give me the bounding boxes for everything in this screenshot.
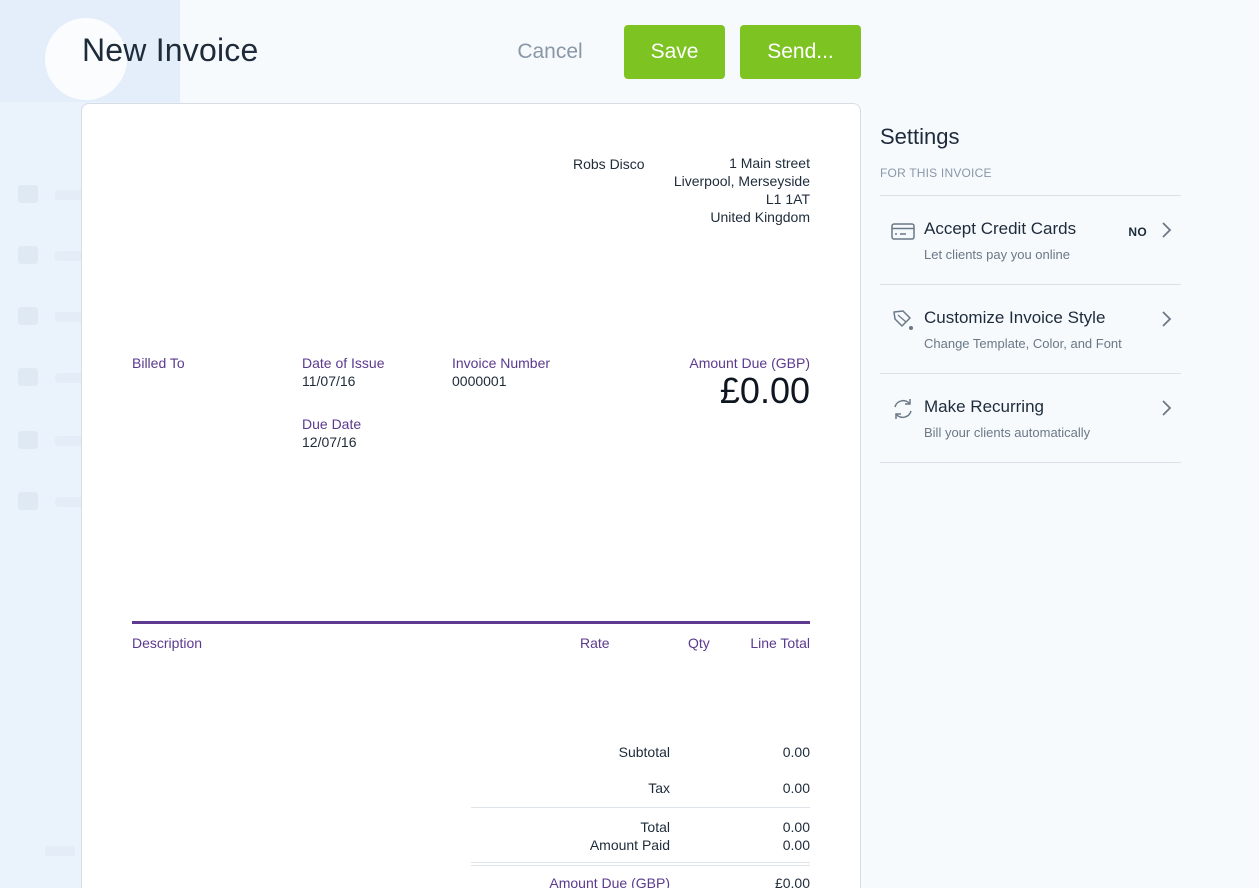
background-nav-icon — [18, 185, 38, 203]
setting-description: Let clients pay you online — [924, 247, 1070, 262]
background-nav-icon — [18, 368, 38, 386]
column-header-line-total: Line Total — [750, 635, 810, 651]
summary-divider — [471, 865, 810, 866]
setting-description: Change Template, Color, and Font — [924, 336, 1122, 351]
setting-make-recurring[interactable]: Make Recurring Bill your clients automat… — [880, 374, 1181, 462]
cancel-button[interactable]: Cancel — [500, 26, 600, 78]
column-header-qty: Qty — [688, 635, 710, 651]
setting-title: Make Recurring — [924, 397, 1044, 416]
company-name[interactable]: Robs Disco — [573, 156, 645, 172]
setting-customize-invoice-style[interactable]: Customize Invoice Style Change Template,… — [880, 285, 1181, 373]
page-title: New Invoice — [82, 32, 259, 68]
address-line: 1 Main street — [729, 155, 810, 171]
send-button[interactable]: Send... — [740, 25, 861, 79]
summary-divider — [471, 862, 810, 863]
date-of-issue-value[interactable]: 11/07/16 — [302, 373, 355, 389]
background-nav-icon — [18, 431, 38, 449]
due-date-value[interactable]: 12/07/16 — [302, 434, 357, 450]
amount-paid-value: 0.00 — [782, 837, 810, 853]
save-button[interactable]: Save — [624, 25, 725, 79]
setting-description: Bill your clients automatically — [924, 425, 1091, 440]
total-label: Total — [640, 819, 670, 835]
due-date-label: Due Date — [302, 416, 362, 432]
invoice-number-value[interactable]: 0000001 — [452, 373, 507, 389]
settings-title: Settings — [880, 124, 960, 149]
column-header-rate: Rate — [580, 635, 610, 651]
setting-title: Customize Invoice Style — [924, 308, 1106, 327]
amount-due-label: Amount Due (GBP) — [689, 355, 810, 371]
summary-amount-due-value: £0.00 — [774, 875, 810, 888]
invoice-number-label: Invoice Number — [452, 355, 551, 371]
chevron-right-icon — [1159, 309, 1173, 329]
date-of-issue-label: Date of Issue — [302, 355, 385, 371]
chevron-right-icon — [1159, 398, 1173, 418]
setting-title: Accept Credit Cards — [924, 219, 1077, 238]
amount-paid-label: Amount Paid — [589, 837, 670, 853]
summary-divider — [471, 807, 810, 808]
line-items-divider — [132, 621, 810, 624]
total-value: 0.00 — [782, 819, 810, 835]
paint-brush-icon — [890, 307, 916, 333]
address-line: United Kingdom — [710, 209, 810, 225]
background-nav-icon — [18, 492, 38, 510]
background-nav-icon — [18, 307, 38, 325]
credit-card-icon — [890, 218, 916, 244]
subtotal-value: 0.00 — [782, 744, 810, 760]
address-line: Liverpool, Merseyside — [673, 173, 810, 189]
amount-due-value: £0.00 — [719, 370, 810, 411]
subtotal-label: Subtotal — [618, 744, 670, 760]
setting-accept-credit-cards[interactable]: Accept Credit Cards Let clients pay you … — [880, 196, 1181, 284]
address-line: L1 1AT — [765, 191, 810, 207]
column-header-description: Description — [132, 635, 203, 651]
invoice-document: Robs Disco 1 Main street Liverpool, Mers… — [81, 103, 861, 888]
recurring-icon — [890, 396, 916, 422]
settings-divider — [880, 462, 1181, 463]
background-nav-text — [45, 846, 75, 856]
company-address[interactable]: 1 Main street Liverpool, Merseyside L1 1… — [674, 154, 810, 226]
summary-amount-due-label: Amount Due (GBP) — [549, 875, 670, 888]
status-badge: NO — [1128, 225, 1147, 239]
background-nav-icon — [18, 246, 38, 264]
settings-subtitle: FOR THIS INVOICE — [880, 166, 992, 180]
tax-value: 0.00 — [782, 780, 810, 796]
tax-label: Tax — [648, 780, 670, 796]
billed-to-label[interactable]: Billed To — [132, 355, 185, 371]
chevron-right-icon — [1159, 220, 1173, 240]
